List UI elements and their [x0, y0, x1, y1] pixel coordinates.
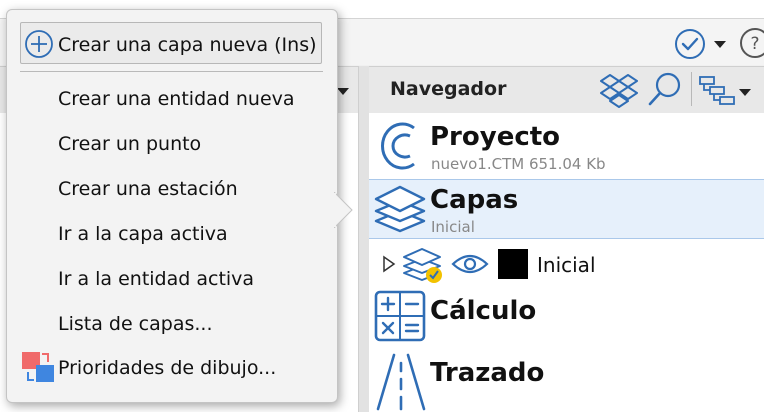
menu-item-label: Crear una estación: [58, 178, 238, 200]
layers-title[interactable]: Capas: [430, 185, 518, 215]
dropbox-icon[interactable]: [600, 72, 638, 108]
navigator-title: Navegador: [390, 78, 507, 100]
chevron-down-icon[interactable]: [336, 86, 350, 96]
menu-item-label: Ir a la capa activa: [58, 223, 228, 245]
menu-divider: [20, 71, 323, 72]
tree-view-icon[interactable]: [698, 74, 736, 106]
svg-text:?: ?: [750, 34, 759, 54]
help-icon[interactable]: ?: [738, 26, 764, 60]
project-icon: [381, 122, 415, 170]
layers-subtitle: Inicial: [431, 218, 475, 236]
menu-item-label: Ir a la entidad activa: [58, 268, 255, 290]
calculator-icon: [374, 290, 426, 342]
chevron-down-icon[interactable]: [737, 86, 753, 98]
chevron-down-icon[interactable]: [712, 38, 728, 50]
eye-icon[interactable]: [451, 251, 489, 277]
active-layer-icon: [403, 248, 442, 283]
menu-item-label: Crear un punto: [58, 133, 202, 155]
menu-item-label: Lista de capas...: [58, 313, 213, 335]
route-title[interactable]: Trazado: [430, 358, 544, 388]
menu-item-label: Crear una entidad nueva: [58, 88, 295, 110]
search-icon[interactable]: [646, 70, 684, 108]
menu-item-label: Prioridades de dibujo...: [58, 357, 277, 379]
check-circle-icon[interactable]: [674, 28, 706, 60]
calculation-title[interactable]: Cálculo: [430, 296, 536, 326]
layer-name[interactable]: Inicial: [537, 253, 596, 277]
create-layer-label: Crear una capa nueva (Ins): [58, 34, 317, 56]
draw-priority-icon: [22, 352, 54, 382]
layers-icon: [374, 185, 426, 233]
menu-pointer-arrow: [334, 192, 353, 228]
road-icon: [376, 353, 426, 411]
project-title[interactable]: Proyecto: [430, 122, 560, 152]
layer-color-swatch[interactable]: [498, 249, 528, 279]
toolbar-separator: [691, 72, 692, 106]
expand-arrow-icon[interactable]: [382, 255, 396, 273]
add-circle-icon: [25, 30, 53, 58]
layers-row-selected[interactable]: [369, 179, 764, 239]
project-subtitle: nuevo1.CTM 651.04 Kb: [431, 155, 606, 173]
